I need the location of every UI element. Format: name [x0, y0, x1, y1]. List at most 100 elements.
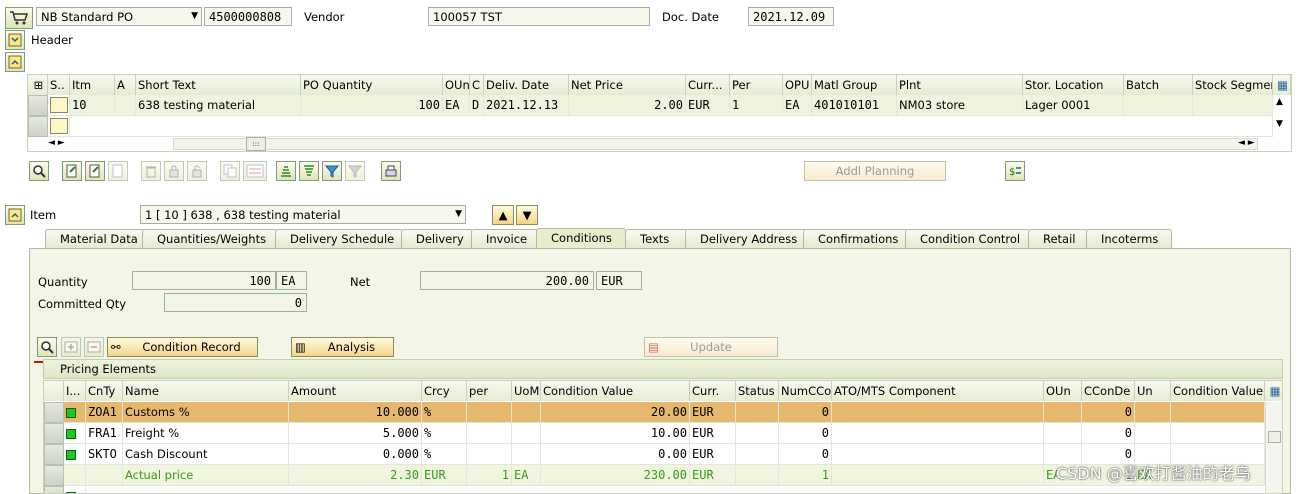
col-batch[interactable]: Batch — [1124, 75, 1193, 95]
col-opu[interactable]: OPU — [783, 75, 812, 95]
scroll-up-icon[interactable]: ▲ — [1276, 97, 1283, 107]
col-deliv-date[interactable]: Deliv. Date — [484, 75, 569, 95]
column-layout-icon[interactable]: ▦ — [1265, 381, 1282, 401]
col-matl-group[interactable]: Matl Group — [812, 75, 897, 95]
col-crcy[interactable]: Crcy — [422, 381, 467, 401]
scroll-down-icon[interactable]: ▼ — [1276, 119, 1283, 129]
chevron-down-icon[interactable]: ▼ — [191, 8, 198, 24]
col-c[interactable]: C — [470, 75, 484, 95]
tab-incoterms[interactable]: Incoterms — [1086, 229, 1172, 248]
cell-ato[interactable] — [832, 444, 1044, 465]
cell-status[interactable] — [736, 465, 779, 486]
cell-net-price[interactable]: 2.00 — [569, 95, 686, 116]
item-select[interactable]: 1 [ 10 ] 638 , 638 testing material ▼ — [140, 205, 466, 224]
next-item-button[interactable]: ▼ — [516, 205, 538, 225]
cell-curr[interactable]: EUR — [690, 402, 736, 423]
cell-crcy[interactable]: EUR — [422, 465, 467, 486]
table-settings-icon[interactable]: ⊞ — [28, 75, 48, 95]
cell-ato[interactable] — [832, 402, 1044, 423]
collapse-overview-button[interactable] — [5, 52, 25, 72]
col-amount[interactable]: Amount — [289, 381, 422, 401]
col-stock-segment[interactable]: Stock Segment — [1193, 75, 1273, 95]
col-plnt[interactable]: Plnt — [897, 75, 1023, 95]
cell-c[interactable]: D — [470, 95, 484, 116]
cell-oun[interactable] — [1044, 444, 1082, 465]
cell-itm[interactable]: 10 — [70, 95, 115, 116]
unlock-icon[interactable] — [187, 161, 207, 181]
row-selector[interactable] — [44, 486, 64, 493]
col-ccon[interactable]: CConDe — [1082, 381, 1135, 401]
insert-row-icon[interactable] — [61, 337, 81, 357]
cell-per[interactable] — [467, 423, 512, 444]
tab-material-data[interactable]: Material Data — [45, 229, 145, 248]
row-selector[interactable] — [44, 423, 64, 444]
col-numcco[interactable]: NumCCo — [779, 381, 832, 401]
cell-uom[interactable]: EA — [512, 465, 541, 486]
cell-plnt[interactable]: NM03 store — [897, 95, 1023, 116]
cell-amount[interactable]: 5.000 — [289, 423, 422, 444]
condition-record-button[interactable]: ⚯ Condition Record — [107, 337, 258, 357]
col-un[interactable]: Un — [1135, 381, 1171, 401]
col-per[interactable]: per — [467, 381, 512, 401]
cell-name[interactable]: Freight % — [123, 423, 289, 444]
row-selector[interactable] — [44, 465, 64, 486]
col-status[interactable]: S.. — [48, 75, 70, 95]
row-selector[interactable] — [44, 402, 64, 423]
cell-cv2[interactable] — [1171, 423, 1265, 444]
tab-quantities-weights[interactable]: Quantities/Weights — [142, 229, 277, 248]
row-selector[interactable] — [28, 95, 48, 116]
cell-status[interactable] — [736, 423, 779, 444]
empty-row[interactable] — [70, 116, 1273, 137]
cell-name[interactable]: Cash Discount — [123, 444, 289, 465]
currency-exchange-icon[interactable]: $ — [1005, 161, 1025, 181]
cell-uom[interactable] — [512, 423, 541, 444]
cell-crcy[interactable]: % — [422, 444, 467, 465]
cell-crcy[interactable]: % — [422, 402, 467, 423]
addl-planning-button[interactable]: Addl Planning — [804, 161, 946, 181]
cell-numcco[interactable]: 0 — [779, 402, 832, 423]
cell-curr[interactable]: EUR — [690, 465, 736, 486]
tab-invoice[interactable]: Invoice — [471, 229, 540, 248]
cell-status[interactable] — [736, 444, 779, 465]
chevron-down-icon[interactable]: ▼ — [455, 206, 462, 222]
cell-un[interactable] — [1135, 444, 1171, 465]
cell-curr[interactable]: EUR — [690, 444, 736, 465]
filter-off-icon[interactable] — [345, 161, 365, 181]
cell-oun[interactable] — [1044, 423, 1082, 444]
cell-a[interactable] — [115, 95, 136, 116]
scroll-right-icon[interactable]: ◄ ► — [1238, 138, 1255, 148]
expand-header-button[interactable] — [5, 30, 25, 50]
tab-conditions[interactable]: Conditions — [536, 228, 626, 249]
cell-per[interactable]: 1 — [730, 95, 783, 116]
cell-status[interactable] — [736, 402, 779, 423]
cell-short-text[interactable]: 638 testing material — [136, 95, 301, 116]
document-icon[interactable] — [108, 161, 128, 181]
cell-ccon[interactable]: 0 — [1082, 402, 1135, 423]
cell-per[interactable]: 1 — [467, 465, 512, 486]
cell-un[interactable] — [1135, 402, 1171, 423]
filter-icon[interactable] — [322, 161, 342, 181]
col-oun[interactable]: OUn — [1044, 381, 1082, 401]
tab-delivery-schedule[interactable]: Delivery Schedule — [275, 229, 403, 248]
cell-per[interactable] — [467, 444, 512, 465]
cell-numcco[interactable]: 0 — [779, 423, 832, 444]
col-a[interactable]: A — [115, 75, 136, 95]
scroll-left-icon[interactable]: ◄ ► — [48, 138, 65, 148]
col-per[interactable]: Per — [730, 75, 783, 95]
cell-name[interactable]: Actual price — [123, 465, 289, 486]
cell-oun[interactable] — [1044, 402, 1082, 423]
col-itm[interactable]: Itm — [70, 75, 115, 95]
document-copy-icon[interactable] — [85, 161, 105, 181]
document-edit-icon[interactable] — [62, 161, 82, 181]
tab-delivery-address[interactable]: Delivery Address — [685, 229, 807, 248]
cell-uom[interactable] — [512, 402, 541, 423]
col-currency[interactable]: Curr... — [686, 75, 730, 95]
cell-numcco[interactable]: 1 — [779, 465, 832, 486]
cell-cnty[interactable]: FRA1 — [86, 423, 123, 444]
print-icon[interactable] — [381, 161, 401, 181]
previous-item-button[interactable]: ▲ — [492, 205, 514, 225]
update-button[interactable]: ▤ Update — [644, 337, 778, 357]
cell-matl-group[interactable]: 401010101 — [812, 95, 897, 116]
delete-row-icon[interactable] — [84, 337, 104, 357]
cell-cnty[interactable] — [86, 465, 123, 486]
